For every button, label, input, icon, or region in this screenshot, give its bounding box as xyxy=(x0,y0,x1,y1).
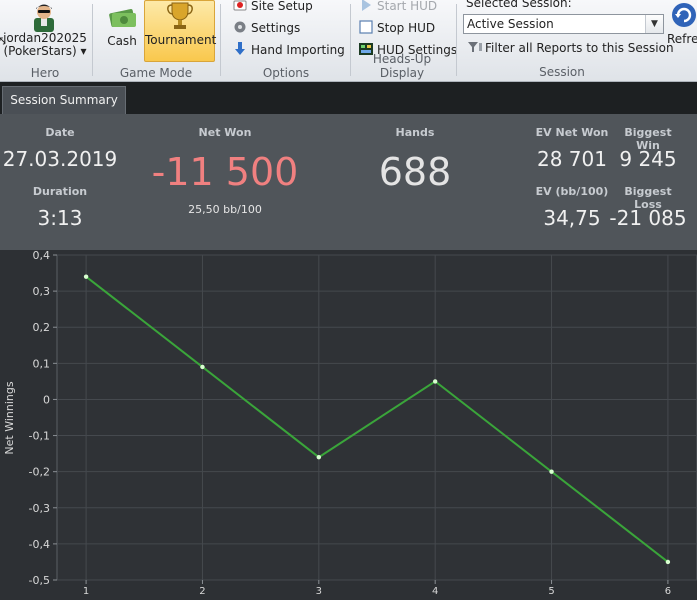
divider xyxy=(350,4,351,76)
data-point xyxy=(200,364,205,370)
site-setup-label: Site Setup xyxy=(251,0,313,13)
hero-group: ↖ jordan202025 (PokerStars) ▾ Hero xyxy=(0,0,90,81)
cash-button[interactable]: Cash xyxy=(100,0,144,62)
hands-value: 688 xyxy=(378,150,452,194)
site-setup-button[interactable]: Site Setup xyxy=(232,0,313,16)
site-setup-icon xyxy=(233,0,247,11)
y-tick-label: 0,3 xyxy=(33,285,51,298)
hero-site: (PokerStars) xyxy=(3,44,77,58)
stop-hud-label: Stop HUD xyxy=(377,21,436,35)
hero-selector[interactable]: jordan202025 (PokerStars) ▾ xyxy=(0,32,90,58)
x-tick-label: 4 xyxy=(432,586,438,597)
start-hud-button[interactable]: Start HUD xyxy=(358,0,437,16)
stop-hud-button[interactable]: Stop HUD xyxy=(358,18,435,38)
divider xyxy=(456,4,457,76)
x-tick-label: 3 xyxy=(316,586,322,597)
data-point xyxy=(83,274,89,279)
hero-group-label: Hero xyxy=(30,66,60,80)
net-winnings-chart: 0,4 0,3 0,2 0,1 0 -0,1 -0,2 -0,3 -0,4 -0,5 1 2 3 4 5 6 N… xyxy=(0,249,697,600)
gear-icon xyxy=(234,21,246,33)
tab-strip: Session Summary xyxy=(0,82,697,114)
biggest-loss-value: -21 085 xyxy=(609,206,687,230)
import-arrow-icon xyxy=(235,42,245,55)
trophy-icon xyxy=(167,2,193,29)
refresh-label: Refresh xyxy=(667,32,697,46)
hand-importing-label: Hand Importing xyxy=(251,43,345,57)
ev-bb-label: EV (bb/100) xyxy=(535,185,609,198)
stop-icon xyxy=(359,20,373,34)
tournament-label: Tournament xyxy=(145,33,217,47)
plot-area xyxy=(56,254,697,581)
x-tick-label: 5 xyxy=(548,586,554,597)
x-tick-label: 1 xyxy=(83,586,89,597)
hud-group-label: Heads-Up Display xyxy=(372,52,432,80)
y-tick-label: -0,2 xyxy=(29,466,50,479)
y-tick-label: 0,2 xyxy=(33,321,51,334)
net-won-bb-value: 25,50 bb/100 xyxy=(188,203,262,216)
filter-session-label: Filter all Reports to this Session xyxy=(485,41,674,55)
tab-session-summary[interactable]: Session Summary xyxy=(2,86,126,114)
date-label: Date xyxy=(45,126,75,139)
y-tick-label: -0,3 xyxy=(29,502,50,515)
play-icon xyxy=(362,0,371,11)
net-won-label: Net Won xyxy=(198,126,252,139)
chevron-down-icon: ▾ xyxy=(80,44,87,58)
y-tick-label: 0,1 xyxy=(33,357,51,370)
session-summary-panel: Date 27.03.2019 Duration 3:13 Net Won -1… xyxy=(0,114,697,250)
hand-importing-button[interactable]: Hand Importing xyxy=(232,40,345,60)
y-axis-label: Net Winnings xyxy=(3,381,16,454)
settings-button[interactable]: Settings xyxy=(232,18,300,38)
money-icon xyxy=(109,9,136,27)
settings-label: Settings xyxy=(251,21,301,35)
y-tick-label: 0,4 xyxy=(33,250,51,262)
biggest-win-value: 9 245 xyxy=(619,147,677,171)
data-point xyxy=(549,469,554,474)
net-winnings-chart-svg: 0,4 0,3 0,2 0,1 0 -0,1 -0,2 -0,3 -0,4 -0,5 1 2 3 4 5 6 N… xyxy=(3,249,697,597)
ev-net-won-label: EV Net Won xyxy=(535,126,609,139)
x-tick-label: 6 xyxy=(665,586,671,597)
y-tick-label: 0 xyxy=(43,393,50,406)
date-value: 27.03.2019 xyxy=(2,147,118,171)
session-select[interactable]: Active Session ▼ xyxy=(463,14,664,34)
start-hud-label: Start HUD xyxy=(377,0,438,13)
filter-session-button[interactable]: Filter all Reports to this Session xyxy=(467,38,674,58)
x-tick-label: 2 xyxy=(199,586,205,597)
refresh-button[interactable]: Refresh xyxy=(667,0,697,62)
options-group: Site Setup Settings Hand Importing Optio… xyxy=(222,0,350,81)
ribbon-toolbar: ↖ jordan202025 (PokerStars) ▾ Hero Cash xyxy=(0,0,697,82)
tournament-button[interactable]: Tournament xyxy=(144,0,217,62)
data-point xyxy=(432,379,438,384)
data-point xyxy=(316,455,322,460)
y-tick-label: -0,4 xyxy=(29,538,50,551)
chevron-down-icon[interactable]: ▼ xyxy=(645,15,663,33)
duration-label: Duration xyxy=(32,185,88,198)
net-won-value: -11 500 xyxy=(151,150,299,194)
refresh-icon xyxy=(672,3,696,27)
session-caption: Selected Session: xyxy=(466,0,572,10)
session-select-value: Active Session xyxy=(467,17,554,31)
options-group-label: Options xyxy=(262,66,310,80)
hud-group: Start HUD Stop HUD HUD Settings Heads-Up… xyxy=(352,0,457,81)
cash-label: Cash xyxy=(107,34,137,48)
y-tick-label: -0,5 xyxy=(29,574,50,587)
filter-icon xyxy=(468,42,482,52)
duration-value: 3:13 xyxy=(37,206,83,230)
session-group-label: Session xyxy=(539,65,585,79)
game-mode-group: Cash Tournament Game Mode xyxy=(94,0,218,81)
hero-avatar-icon[interactable] xyxy=(28,0,60,32)
ev-net-won-value: 28 701 xyxy=(537,147,607,171)
game-mode-group-label: Game Mode xyxy=(119,66,193,80)
hands-label: Hands xyxy=(395,126,435,139)
divider xyxy=(220,4,221,76)
y-tick-label: -0,1 xyxy=(29,430,50,443)
divider xyxy=(92,4,93,76)
data-point xyxy=(665,559,671,565)
